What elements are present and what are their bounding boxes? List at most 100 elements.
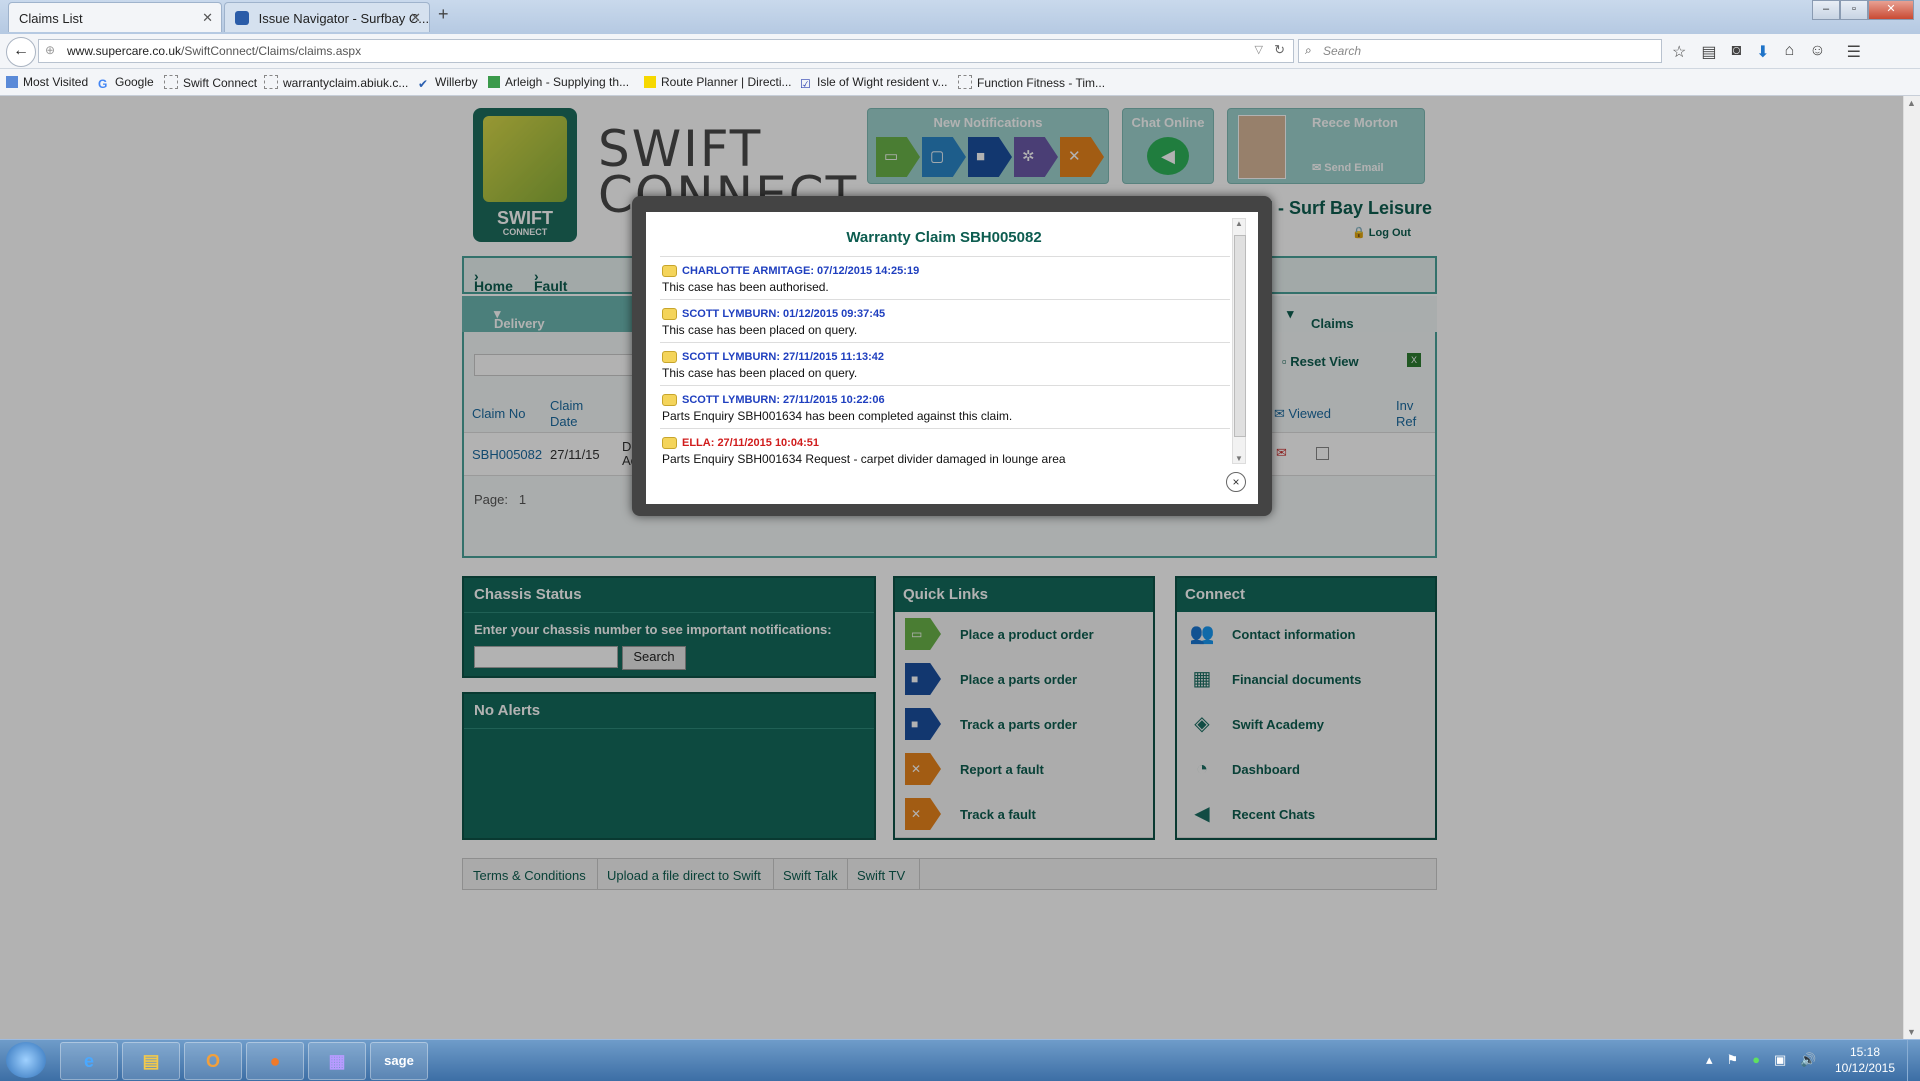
entry-message: Parts Enquiry SBH001634 has been complet… (662, 409, 1013, 423)
bookmark-willerby[interactable]: ✔ Willerby (418, 75, 478, 91)
scroll-up-icon[interactable]: ▲ (1907, 98, 1916, 108)
bookmark-isle-of-wight[interactable]: ☑ Isle of Wight resident v... (800, 75, 948, 91)
close-window-icon[interactable]: ✕ (1868, 0, 1914, 20)
minimize-icon[interactable]: – (1812, 0, 1840, 20)
comment-icon (662, 308, 677, 320)
willerby-icon: ✔ (418, 77, 429, 91)
clock-time: 15:18 (1849, 1045, 1881, 1059)
calendar-app-icon[interactable]: ▦ (308, 1042, 366, 1080)
entry-header: CHARLOTTE ARMITAGE: 07/12/2015 14:25:19 (682, 265, 920, 277)
close-tab-icon[interactable]: ✕ (410, 10, 421, 26)
firefox-icon[interactable]: ● (246, 1042, 304, 1080)
jira-icon (235, 11, 249, 25)
url-dropdown-icon[interactable]: ▽ (1255, 43, 1263, 56)
comment-icon (662, 437, 677, 449)
entry-message: This case has been authorised. (662, 280, 829, 294)
download-icon[interactable]: ⬇ (1756, 42, 1769, 62)
iow-icon: ☑ (800, 77, 811, 91)
entry-header: SCOTT LYMBURN: 01/12/2015 09:37:45 (682, 308, 886, 320)
browser-navbar: ← ⊕ www.supercare.co.uk/SwiftConnect/Cla… (0, 34, 1920, 69)
aa-icon (644, 76, 656, 88)
scroll-up-icon[interactable]: ▲ (1235, 219, 1243, 228)
tab-issue-navigator[interactable]: Issue Navigator - Surfbay C... ✕ (224, 2, 430, 32)
pocket-icon[interactable]: ◙ (1731, 42, 1741, 62)
bookmark-most-visited[interactable]: Most Visited (6, 75, 88, 89)
list-item: CHARLOTTE ARMITAGE: 07/12/2015 14:25:19 … (660, 257, 1230, 300)
url-path: /SwiftConnect/Claims/claims.aspx (181, 44, 362, 58)
tab-label: Issue Navigator - Surfbay C... (258, 11, 430, 26)
list-item: SCOTT LYMBURN: 27/11/2015 10:22:06 Parts… (660, 386, 1230, 429)
outlook-icon[interactable]: O (184, 1042, 242, 1080)
bookmark-function-fitness[interactable]: Function Fitness - Tim... (958, 75, 1105, 90)
page-icon (958, 75, 972, 89)
internet-explorer-icon[interactable]: e (60, 1042, 118, 1080)
scroll-down-icon[interactable]: ▼ (1235, 454, 1243, 463)
comment-icon (662, 351, 677, 363)
comment-icon (662, 394, 677, 406)
claim-history-list: CHARLOTTE ARMITAGE: 07/12/2015 14:25:19 … (660, 256, 1230, 477)
search-input[interactable]: ⌕ Search (1298, 39, 1662, 63)
modal-scrollbar[interactable]: ▲ ▼ (1232, 218, 1246, 464)
page-scrollbar[interactable]: ▲ ▼ (1903, 96, 1920, 1039)
list-item: SCOTT LYMBURN: 01/12/2015 09:37:45 This … (660, 300, 1230, 343)
maximize-icon[interactable]: ▫ (1840, 0, 1868, 20)
flag-icon[interactable]: ⚑ (1727, 1052, 1739, 1068)
arleigh-icon (488, 76, 500, 88)
volume-icon[interactable]: 🔊 (1800, 1052, 1816, 1068)
entry-message: This case has been placed on query. (662, 366, 858, 380)
bookmark-warrantyclaim[interactable]: warrantyclaim.abiuk.c... (264, 75, 408, 90)
entry-message: This case has been placed on query. (662, 323, 858, 337)
site-info-icon[interactable]: ⊕ (45, 43, 55, 57)
url-host: www.supercare.co.uk (67, 44, 182, 58)
list-item: SCOTT LYMBURN: 27/11/2015 11:13:42 This … (660, 343, 1230, 386)
system-clock[interactable]: 15:18 10/12/2015 (1830, 1044, 1900, 1076)
bookmark-google[interactable]: G Google (98, 75, 154, 91)
clock-date: 10/12/2015 (1834, 1061, 1896, 1075)
chat-icon[interactable]: ☺ (1809, 42, 1825, 62)
tab-label: Claims List (19, 11, 83, 26)
new-tab-button[interactable]: + (438, 4, 449, 25)
bookmarks-bar: Most Visited G Google Swift Connect warra… (0, 69, 1920, 96)
bookmark-route-planner[interactable]: Route Planner | Directi... (644, 75, 792, 89)
bookmark-arleigh[interactable]: Arleigh - Supplying th... (488, 75, 629, 89)
modal-title: Warranty Claim SBH005082 (846, 229, 1042, 246)
bookmark-swift-connect[interactable]: Swift Connect (164, 75, 257, 90)
entry-message: Parts Enquiry SBH001634 Request - carpet… (662, 452, 1066, 466)
window-controls: – ▫ ✕ (1812, 0, 1914, 20)
entry-header: SCOTT LYMBURN: 27/11/2015 11:13:42 (682, 351, 884, 363)
modal-close-button[interactable]: × (1226, 472, 1246, 492)
entry-header: ELLA: 27/11/2015 10:04:51 (682, 437, 819, 449)
url-bar[interactable]: ⊕ www.supercare.co.uk/SwiftConnect/Claim… (38, 39, 1294, 63)
page-icon (164, 75, 178, 89)
search-icon: ⌕ (1305, 43, 1312, 57)
comment-icon (662, 265, 677, 277)
reload-icon[interactable]: ↻ (1274, 42, 1285, 58)
tray-expand-icon[interactable]: ▴ (1706, 1052, 1713, 1068)
start-button[interactable] (6, 1042, 46, 1078)
scroll-down-icon[interactable]: ▼ (1907, 1027, 1916, 1037)
entry-header: SCOTT LYMBURN: 27/11/2015 10:22:06 (682, 394, 885, 406)
windows-taskbar: e ▤ O ● ▦ sage ▴ ⚑ ● ▣ 🔊 15:18 10/12/201… (0, 1039, 1920, 1081)
back-arrow-icon[interactable]: ← (6, 37, 36, 67)
search-placeholder: Search (1323, 44, 1362, 58)
scroll-thumb[interactable] (1234, 235, 1246, 437)
google-icon: G (98, 77, 108, 91)
sage-icon[interactable]: sage (370, 1042, 428, 1080)
bookmark-icon (6, 76, 18, 88)
menu-icon[interactable]: ☰ (1847, 42, 1861, 62)
page-icon (264, 75, 278, 89)
reading-list-icon[interactable]: ▤ (1701, 42, 1716, 62)
star-icon[interactable]: ☆ (1672, 42, 1686, 62)
close-tab-icon[interactable]: ✕ (202, 10, 213, 26)
network-icon[interactable]: ▣ (1774, 1052, 1786, 1068)
list-item: ELLA: 27/11/2015 10:04:51 Parts Enquiry … (660, 429, 1230, 471)
file-explorer-icon[interactable]: ▤ (122, 1042, 180, 1080)
warranty-claim-modal: Warranty Claim SBH005082 CHARLOTTE ARMIT… (646, 212, 1258, 504)
show-desktop-button[interactable] (1907, 1040, 1920, 1081)
system-tray: ▴ ⚑ ● ▣ 🔊 (1706, 1052, 1817, 1068)
home-icon[interactable]: ⌂ (1785, 42, 1795, 62)
tab-claims-list[interactable]: Claims List ✕ (8, 2, 222, 32)
browser-toolbar: ☆ ▤ ◙ ⬇ ⌂ ☺ ☰ (1672, 42, 1861, 62)
browser-titlebar: Claims List ✕ Issue Navigator - Surfbay … (0, 0, 1920, 34)
status-icon[interactable]: ● (1752, 1052, 1760, 1068)
